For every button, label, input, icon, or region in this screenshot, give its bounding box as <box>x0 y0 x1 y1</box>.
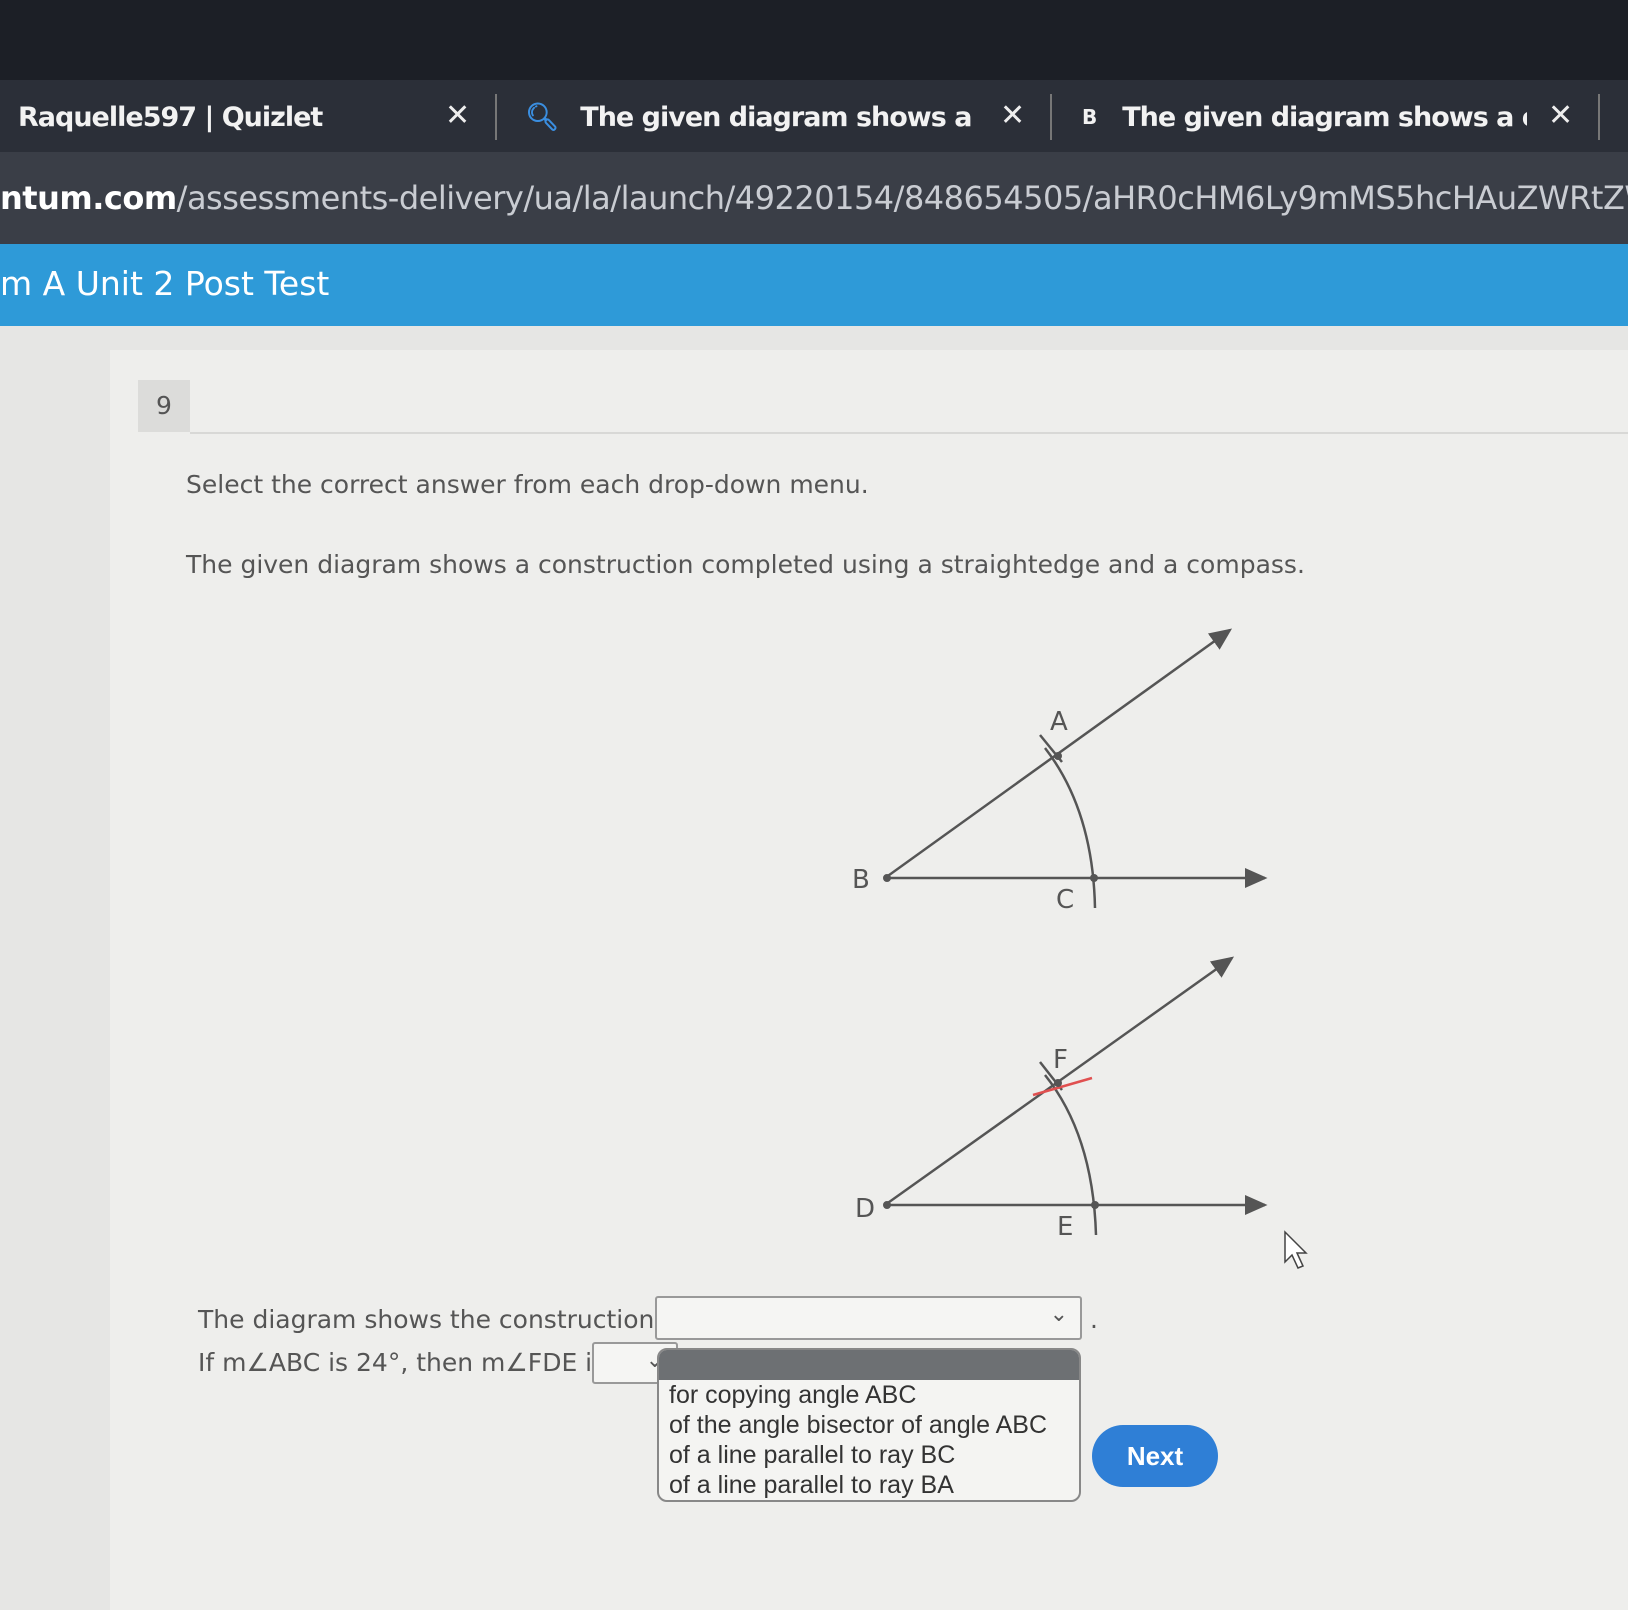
dropdown-option[interactable]: of the angle bisector of angle ABC <box>659 1410 1079 1440</box>
label-b: B <box>852 865 870 895</box>
point-b <box>883 874 891 882</box>
answer-line-1: The diagram shows the construction <box>198 1305 655 1334</box>
point-f <box>1054 1079 1062 1087</box>
dropdown-option[interactable]: of a line parallel to ray BC <box>659 1440 1079 1470</box>
dropdown-option[interactable]: for copying angle ABC <box>659 1380 1079 1410</box>
point-c <box>1090 874 1098 882</box>
construction-dropdown[interactable]: ⌄ <box>655 1296 1082 1340</box>
point-e <box>1091 1201 1099 1209</box>
dropdown-options-list: for copying angle ABC of the angle bisec… <box>657 1348 1081 1502</box>
label-f: F <box>1053 1045 1068 1075</box>
dropdown-option[interactable]: of a line parallel to ray BA <box>659 1470 1079 1500</box>
dropdown-option-blank[interactable] <box>659 1350 1079 1380</box>
arc-ac <box>1044 747 1097 909</box>
label-e: E <box>1057 1212 1073 1242</box>
label-d: D <box>855 1194 875 1224</box>
mouse-cursor-icon <box>1284 1230 1308 1269</box>
next-button[interactable]: Next <box>1092 1425 1218 1487</box>
answer-line-2: If m∠ABC is 24°, then m∠FDE is <box>198 1348 606 1377</box>
chevron-down-icon: ⌄ <box>1049 1302 1068 1327</box>
label-c: C <box>1056 885 1074 915</box>
point-d <box>883 1201 891 1209</box>
arc-fe <box>1044 1074 1098 1236</box>
red-arc-mark <box>1032 1076 1093 1097</box>
label-a: A <box>1050 707 1068 737</box>
period: . <box>1090 1305 1098 1334</box>
point-a <box>1054 752 1062 760</box>
